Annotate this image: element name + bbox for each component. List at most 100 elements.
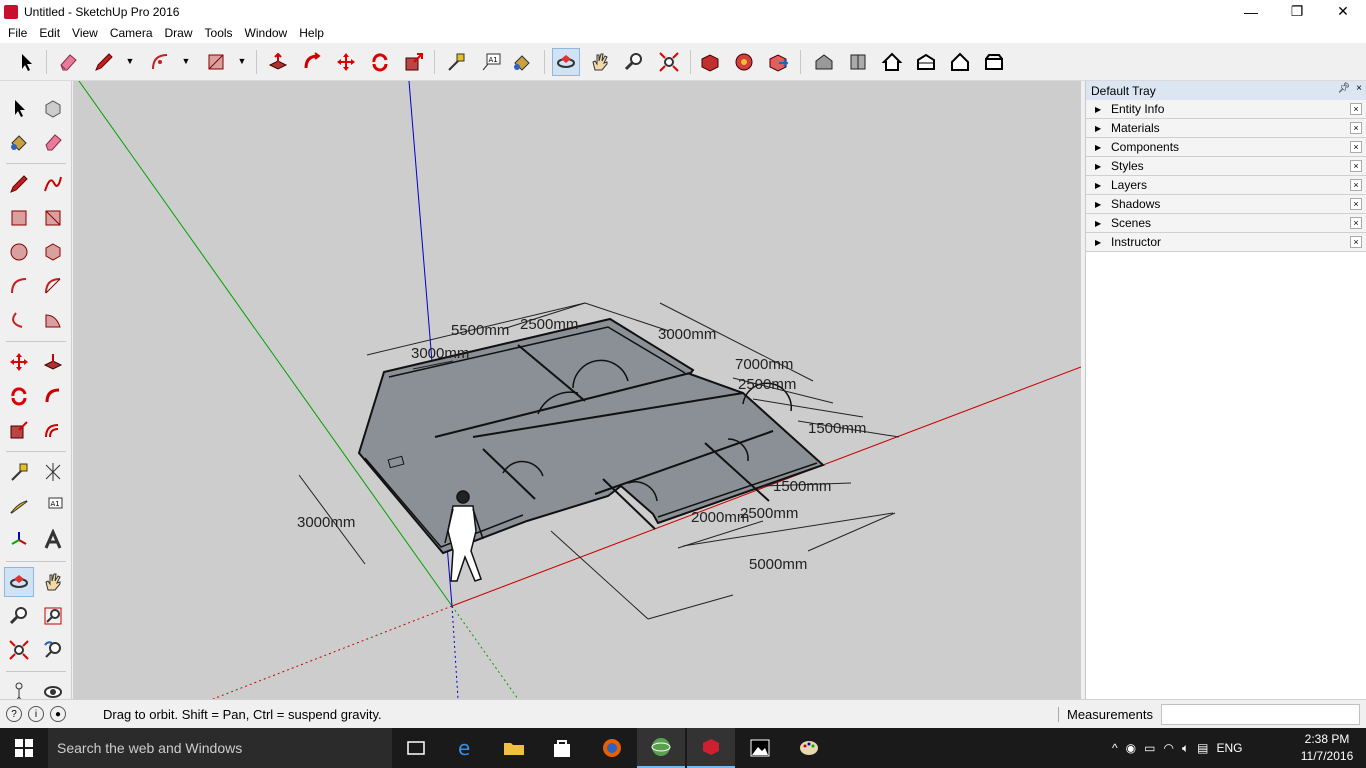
volume-icon[interactable]: 🔈︎ [1182, 741, 1189, 756]
task-view-button[interactable] [392, 728, 440, 768]
iso-view-button[interactable] [810, 48, 838, 76]
dimension-tool-button[interactable] [38, 457, 68, 487]
user-account-icon[interactable]: ● [50, 706, 66, 722]
select-tool-button[interactable] [12, 48, 40, 76]
tray-panel-instructor[interactable]: ▶ Instructor × [1086, 233, 1366, 252]
eraser-tool-button[interactable] [54, 48, 82, 76]
push-pull-tool-button[interactable] [264, 48, 292, 76]
rectangle-tool-button[interactable] [4, 203, 34, 233]
pin-icon[interactable]: 📌︎ [1337, 83, 1350, 94]
pencil-tool-button[interactable] [90, 48, 118, 76]
taskbar-sketchup[interactable] [687, 728, 735, 768]
offset-tool-button[interactable] [38, 415, 68, 445]
taskbar-clock[interactable]: 2:38 PM 11/7/2016 [1294, 731, 1360, 765]
axes-tool-button[interactable] [4, 525, 34, 555]
top-view-button[interactable] [844, 48, 872, 76]
menu-file[interactable]: File [2, 26, 33, 40]
taskbar-sketchup-layout[interactable] [637, 728, 685, 768]
taskbar-search-box[interactable]: Search the web and Windows [48, 728, 392, 768]
dim-label-5000mm[interactable]: 5000mm [749, 556, 807, 573]
panel-close-button[interactable]: × [1350, 160, 1362, 172]
front-view-button[interactable] [878, 48, 906, 76]
move-tool-button[interactable] [4, 347, 34, 377]
orbit-tool-button[interactable] [4, 567, 34, 597]
zoom-extents-tool-button[interactable] [655, 48, 683, 76]
dim-label-2500mm-top[interactable]: 2500mm [520, 316, 578, 333]
language-indicator[interactable]: ENG [1217, 741, 1243, 755]
network-adapter-icon[interactable]: ▭ [1144, 741, 1155, 755]
minimize-button[interactable]: — [1228, 0, 1274, 23]
tray-panel-materials[interactable]: ▶ Materials × [1086, 119, 1366, 138]
arc-tool-button[interactable] [146, 48, 174, 76]
text-tool-button[interactable]: A1 [38, 491, 68, 521]
maximize-button[interactable]: ❐ [1274, 0, 1320, 23]
wifi-icon[interactable]: ◠ [1163, 741, 1173, 755]
back-view-button[interactable] [946, 48, 974, 76]
taskbar-photos[interactable] [736, 728, 784, 768]
menu-draw[interactable]: Draw [159, 26, 199, 40]
make-component-button[interactable] [38, 93, 68, 123]
follow-me-tool-button[interactable] [38, 381, 68, 411]
measurements-input[interactable] [1161, 704, 1360, 725]
model-canvas[interactable]: 5500mm 2500mm 3000mm 3000mm 7000mm 2500m… [73, 81, 1081, 699]
zoom-window-tool-button[interactable] [38, 601, 68, 631]
drawing-viewport[interactable]: 5500mm 2500mm 3000mm 3000mm 7000mm 2500m… [73, 81, 1081, 699]
tray-panel-shadows[interactable]: ▶ Shadows × [1086, 195, 1366, 214]
tape-measure-tool-button[interactable] [442, 48, 470, 76]
3d-warehouse-button[interactable] [696, 48, 724, 76]
left-view-button[interactable] [980, 48, 1008, 76]
taskbar-edge[interactable]: e [442, 728, 490, 768]
right-view-button[interactable] [912, 48, 940, 76]
dim-label-1500mm-right[interactable]: 1500mm [808, 420, 866, 437]
panel-close-button[interactable]: × [1350, 141, 1362, 153]
polygon-tool-button[interactable] [38, 237, 68, 267]
rectangle-tool-button[interactable] [202, 48, 230, 76]
circle-tool-button[interactable] [4, 237, 34, 267]
orbit-tool-button[interactable] [552, 48, 580, 76]
scale-tool-button[interactable] [400, 48, 428, 76]
zoom-extents-tool-button[interactable] [4, 635, 34, 665]
select-tool-button[interactable] [4, 93, 34, 123]
paint-bucket-tool-button[interactable] [4, 127, 34, 157]
menu-camera[interactable]: Camera [104, 26, 159, 40]
rotate-tool-button[interactable] [366, 48, 394, 76]
rotated-rectangle-tool-button[interactable] [38, 203, 68, 233]
rotate-tool-button[interactable] [4, 381, 34, 411]
share-model-button[interactable] [764, 48, 792, 76]
taskbar-store[interactable] [538, 728, 586, 768]
pan-tool-button[interactable] [586, 48, 614, 76]
panel-close-button[interactable]: × [1350, 198, 1362, 210]
pencil-dropdown-icon[interactable]: ▼ [125, 56, 135, 66]
three-point-arc-tool-button[interactable] [4, 305, 34, 335]
tray-panel-components[interactable]: ▶ Components × [1086, 138, 1366, 157]
panel-close-button[interactable]: × [1350, 179, 1362, 191]
dim-label-3000mm-left[interactable]: 3000mm [411, 345, 469, 362]
panel-close-button[interactable]: × [1350, 122, 1362, 134]
dim-label-2500mm-bottom[interactable]: 2500mm [740, 505, 798, 522]
paint-bucket-tool-button[interactable] [508, 48, 536, 76]
dim-label-1500mm-bottom[interactable]: 1500mm [773, 478, 831, 495]
freehand-tool-button[interactable] [38, 169, 68, 199]
chevron-up-icon[interactable]: ^ [1112, 741, 1118, 755]
taskbar-firefox[interactable] [588, 728, 636, 768]
panel-close-button[interactable]: × [1350, 236, 1362, 248]
dim-label-7000mm[interactable]: 7000mm [735, 356, 793, 373]
close-button[interactable]: ✕ [1320, 0, 1366, 23]
follow-me-tool-button[interactable] [298, 48, 326, 76]
protractor-tool-button[interactable] [4, 491, 34, 521]
info-icon[interactable]: i [28, 706, 44, 722]
zoom-tool-button[interactable] [4, 601, 34, 631]
panel-close-button[interactable]: × [1350, 103, 1362, 115]
pie-tool-button[interactable] [38, 305, 68, 335]
dim-label-3000mm-side[interactable]: 3000mm [297, 514, 355, 531]
tray-close-button[interactable]: × [1356, 83, 1362, 94]
eraser-tool-button[interactable] [38, 127, 68, 157]
geolocation-icon[interactable]: ? [6, 706, 22, 722]
zoom-tool-button[interactable] [620, 48, 648, 76]
arc-tool-button[interactable] [4, 271, 34, 301]
menu-window[interactable]: Window [239, 26, 294, 40]
push-pull-tool-button[interactable] [38, 347, 68, 377]
start-button[interactable] [0, 728, 48, 768]
menu-edit[interactable]: Edit [33, 26, 66, 40]
panel-close-button[interactable]: × [1350, 217, 1362, 229]
